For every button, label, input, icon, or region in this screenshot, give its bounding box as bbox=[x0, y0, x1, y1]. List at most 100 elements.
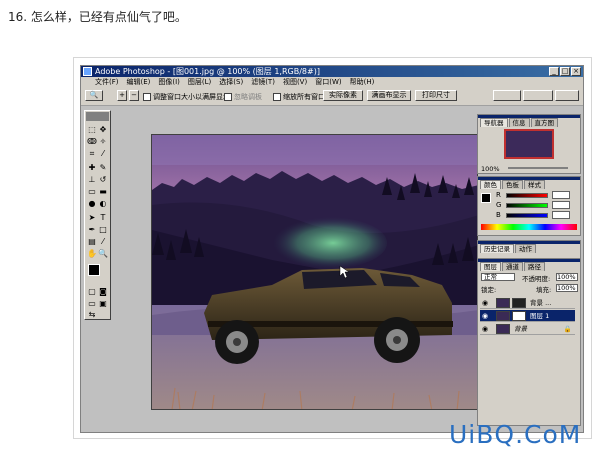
blend-mode-select[interactable]: 正常 bbox=[481, 273, 515, 281]
print-size-button[interactable]: 打印尺寸 bbox=[415, 90, 457, 101]
menu-help[interactable]: 帮助(H) bbox=[350, 77, 375, 88]
zoom-out-button[interactable]: − bbox=[129, 90, 139, 101]
channel-g-label: G bbox=[496, 201, 502, 209]
layer-row[interactable]: ◉ 背景 ... bbox=[480, 297, 575, 309]
tab-navigator[interactable]: 导航器 bbox=[480, 118, 508, 127]
brush-tool-icon[interactable]: ✎ bbox=[98, 163, 108, 173]
minimize-button[interactable]: _ bbox=[549, 67, 559, 76]
zoom-all-windows-option[interactable]: 缩放所有窗口 bbox=[273, 92, 325, 102]
tab-actions[interactable]: 动作 bbox=[515, 244, 536, 253]
channel-b-label: B bbox=[496, 211, 501, 219]
ignore-palettes-checkbox[interactable] bbox=[224, 93, 232, 101]
menu-select[interactable]: 选择(S) bbox=[219, 77, 243, 88]
fill-label: 填充: bbox=[536, 286, 552, 294]
dodge-tool-icon[interactable]: ◐ bbox=[98, 199, 108, 209]
eyedropper-tool-icon[interactable]: ⁄ bbox=[98, 237, 108, 247]
toolbox-header-logo bbox=[86, 112, 109, 121]
blur-tool-icon[interactable]: ● bbox=[87, 199, 97, 209]
channel-b-slider[interactable] bbox=[506, 213, 548, 218]
navigator-panel: 导航器 信息 直方图 100% bbox=[477, 114, 581, 174]
zoom-tool-icon[interactable]: 🔍 bbox=[98, 249, 108, 259]
menu-bar: 文件(F) 编辑(E) 图像(I) 图层(L) 选择(S) 滤镜(T) 视图(V… bbox=[81, 77, 583, 88]
tab-layers[interactable]: 图层 bbox=[480, 262, 501, 271]
color-panel: 颜色 色板 样式 R G B bbox=[477, 176, 581, 236]
tab-history[interactable]: 历史记录 bbox=[480, 244, 514, 253]
gradient-tool-icon[interactable]: ▬ bbox=[98, 187, 108, 197]
eye-icon[interactable]: ◉ bbox=[482, 299, 488, 307]
tab-channels[interactable]: 通道 bbox=[502, 262, 523, 271]
navigator-zoom-slider[interactable] bbox=[508, 167, 568, 169]
palette-well-tab-3[interactable] bbox=[555, 90, 579, 101]
marquee-tool-icon[interactable]: ⬚ bbox=[87, 125, 97, 135]
resize-window-option[interactable]: 调整窗口大小以满屏显示 bbox=[143, 92, 230, 102]
tab-paths[interactable]: 路径 bbox=[524, 262, 545, 271]
path-selection-tool-icon[interactable]: ➤ bbox=[87, 213, 97, 223]
toolbox: ⬚ ✥ ↂ ✧ ⌗ ⁄ ✚ ✎ ⊥ ↺ ▭ ▬ ● ◐ ➤ T ✒ □ ▤ ⁄ … bbox=[84, 110, 111, 320]
tab-color[interactable]: 颜色 bbox=[480, 180, 501, 189]
quick-mask-mode-icon[interactable]: ◙ bbox=[98, 287, 108, 297]
channel-g-field[interactable] bbox=[552, 201, 570, 209]
eye-icon[interactable]: ◉ bbox=[482, 312, 488, 320]
document-canvas[interactable] bbox=[151, 134, 478, 410]
menu-edit[interactable]: 编辑(E) bbox=[127, 77, 151, 88]
ignore-palettes-option[interactable]: 忽略调板 bbox=[224, 92, 262, 102]
slice-tool-icon[interactable]: ⁄ bbox=[98, 149, 108, 159]
healing-brush-tool-icon[interactable]: ✚ bbox=[87, 163, 97, 173]
channel-r-field[interactable] bbox=[552, 191, 570, 199]
screen-mode-standard-icon[interactable]: ▭ bbox=[87, 299, 97, 309]
window-title: Adobe Photoshop - [图001.jpg @ 100% (图层 1… bbox=[95, 67, 320, 76]
fill-field[interactable]: 100% bbox=[556, 284, 578, 292]
zoom-tool-preset-button[interactable]: 🔍 bbox=[85, 90, 103, 101]
clone-stamp-tool-icon[interactable]: ⊥ bbox=[87, 175, 97, 185]
eraser-tool-icon[interactable]: ▭ bbox=[87, 187, 97, 197]
channel-b-field[interactable] bbox=[552, 211, 570, 219]
foreground-color-swatch[interactable] bbox=[88, 264, 100, 276]
notes-tool-icon[interactable]: ▤ bbox=[87, 237, 97, 247]
menu-window[interactable]: 窗口(W) bbox=[315, 77, 341, 88]
tab-histogram[interactable]: 直方图 bbox=[530, 118, 558, 127]
navigator-zoom-value[interactable]: 100% bbox=[481, 165, 500, 173]
color-ramp[interactable] bbox=[481, 224, 577, 230]
menu-file[interactable]: 文件(F) bbox=[95, 77, 119, 88]
standard-mode-icon[interactable]: ▢ bbox=[87, 287, 97, 297]
menu-image[interactable]: 图像(I) bbox=[158, 77, 180, 88]
history-brush-tool-icon[interactable]: ↺ bbox=[98, 175, 108, 185]
layer-mask-thumbnail bbox=[512, 311, 526, 321]
move-tool-icon[interactable]: ✥ bbox=[98, 125, 108, 135]
channel-g-slider[interactable] bbox=[506, 203, 548, 208]
title-bar: Adobe Photoshop - [图001.jpg @ 100% (图层 1… bbox=[81, 66, 583, 77]
maximize-button[interactable]: □ bbox=[560, 67, 570, 76]
zoom-out-icon: − bbox=[131, 91, 137, 99]
palette-well-tab-2[interactable] bbox=[523, 90, 553, 101]
navigator-thumbnail[interactable] bbox=[504, 129, 554, 159]
menu-filter[interactable]: 滤镜(T) bbox=[251, 77, 275, 88]
channel-r-slider[interactable] bbox=[506, 193, 548, 198]
zoom-in-button[interactable]: + bbox=[117, 90, 127, 101]
zoom-all-windows-checkbox[interactable] bbox=[273, 93, 281, 101]
menu-layer[interactable]: 图层(L) bbox=[188, 77, 211, 88]
magic-wand-tool-icon[interactable]: ✧ bbox=[98, 137, 108, 147]
type-tool-icon[interactable]: T bbox=[98, 213, 108, 223]
opacity-field[interactable]: 100% bbox=[556, 273, 578, 281]
pen-tool-icon[interactable]: ✒ bbox=[87, 225, 97, 235]
fit-on-screen-button[interactable]: 满画布显示 bbox=[367, 90, 411, 101]
screen-mode-full-icon[interactable]: ▣ bbox=[98, 299, 108, 309]
jump-to-imageready-icon[interactable]: ⇆ bbox=[87, 310, 97, 320]
palette-well-tab-1[interactable] bbox=[493, 90, 521, 101]
hand-tool-icon[interactable]: ✋ bbox=[87, 249, 97, 259]
tab-info[interactable]: 信息 bbox=[508, 118, 530, 127]
tab-styles[interactable]: 样式 bbox=[524, 180, 545, 189]
resize-window-checkbox[interactable] bbox=[143, 93, 151, 101]
color-foreground-swatch[interactable] bbox=[481, 193, 491, 203]
eye-icon[interactable]: ◉ bbox=[482, 325, 488, 333]
actual-pixels-button[interactable]: 实际像素 bbox=[323, 90, 363, 101]
crop-tool-icon[interactable]: ⌗ bbox=[87, 149, 97, 159]
close-button[interactable]: × bbox=[571, 67, 581, 76]
tab-swatches[interactable]: 色板 bbox=[502, 180, 523, 189]
layer-row[interactable]: ◉ 背景 🔒 bbox=[480, 323, 575, 335]
menu-view[interactable]: 视图(V) bbox=[283, 77, 307, 88]
lasso-tool-icon[interactable]: ↂ bbox=[87, 137, 97, 147]
shape-tool-icon[interactable]: □ bbox=[98, 225, 108, 235]
ignore-palettes-label: 忽略调板 bbox=[234, 93, 262, 101]
layer-row-selected[interactable]: ◉ 图层 1 bbox=[480, 310, 575, 322]
